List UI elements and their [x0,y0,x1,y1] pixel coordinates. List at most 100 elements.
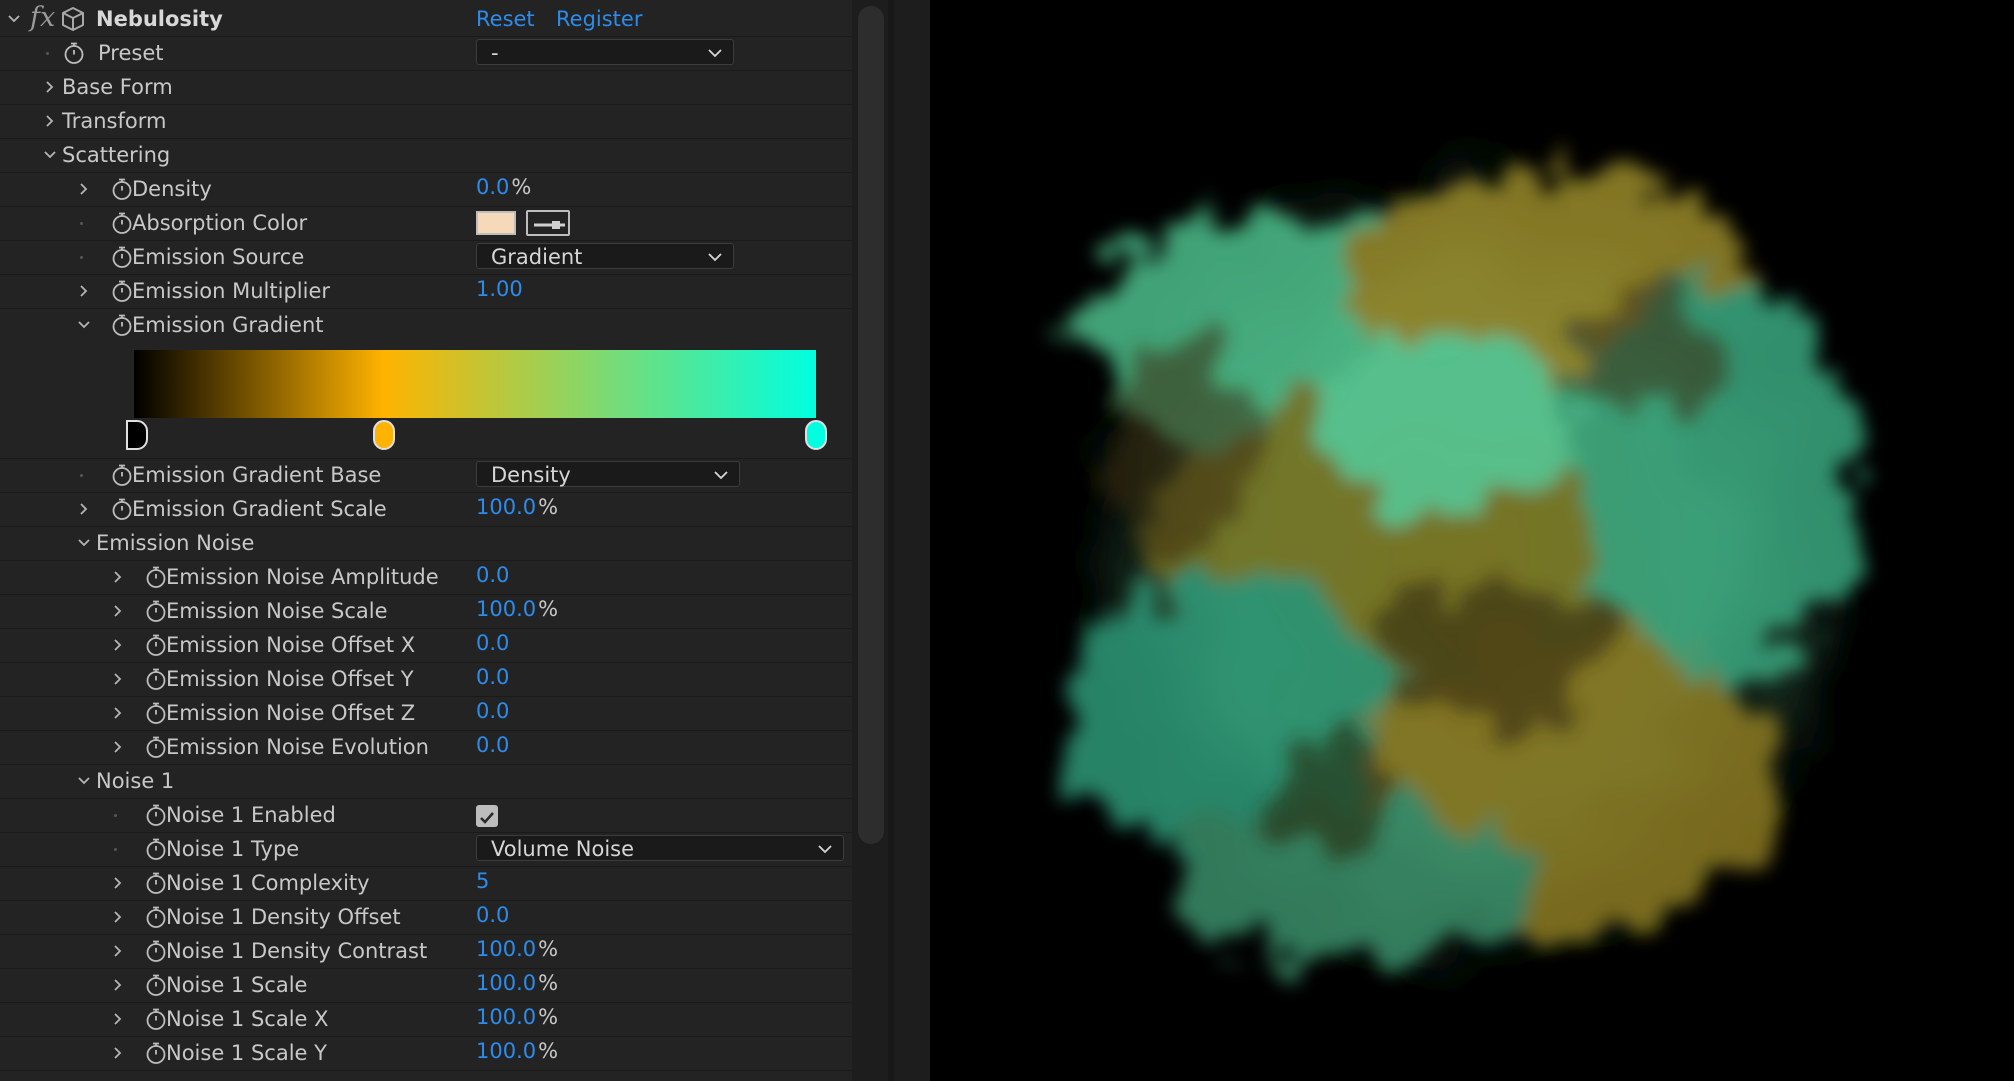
property-value[interactable]: 100.0% [476,1000,558,1034]
property-row-enoy[interactable]: Emission Noise Offset Y 0.0 [0,662,852,697]
twirl-chevron-right-icon[interactable] [108,594,128,628]
property-row-n1scaley[interactable]: Noise 1 Scale Y 100.0% [0,1036,852,1071]
gradient-stop-handle[interactable] [372,420,395,450]
property-row-n1complex[interactable]: Noise 1 Complexity 5 [0,866,852,901]
stopwatch-icon[interactable] [110,313,134,337]
stopwatch-icon[interactable] [62,41,86,65]
twirl-chevron-right-icon[interactable] [74,172,94,206]
gradient-stop-handle[interactable] [126,420,148,450]
twirl-chevron-right-icon[interactable] [108,968,128,1002]
stopwatch-icon[interactable] [110,279,134,303]
property-dropdown[interactable]: Volume Noise [476,835,844,861]
panel-scrollbar[interactable] [858,6,884,844]
property-value[interactable]: 1.00 [476,272,523,306]
property-value[interactable]: 0.0 [476,626,509,660]
property-row-density[interactable]: Density 0.0% [0,172,852,207]
eyedropper-icon[interactable] [526,210,570,236]
property-dropdown[interactable]: - [476,39,734,65]
property-dropdown[interactable]: Gradient [476,243,734,269]
gradient-stop-handle[interactable] [805,420,827,450]
reset-link[interactable]: Reset [476,2,535,36]
property-row-emgradscale[interactable]: Emission Gradient Scale 100.0% [0,492,852,527]
property-value[interactable]: 100.0% [476,490,558,524]
property-row-preset[interactable]: Preset - [0,36,852,71]
property-value[interactable]: 0.0 [476,558,509,592]
stopwatch-icon[interactable] [144,1041,168,1065]
property-value[interactable]: 0.0 [476,898,509,932]
property-row-baseform[interactable]: Base Form [0,70,852,105]
property-row-emnoise[interactable]: Emission Noise [0,526,852,561]
property-row-emmult[interactable]: Emission Multiplier 1.00 [0,274,852,309]
property-row-enoz[interactable]: Emission Noise Offset Z 0.0 [0,696,852,731]
property-value[interactable]: 100.0% [476,932,558,966]
property-row-n1dcon[interactable]: Noise 1 Density Contrast 100.0% [0,934,852,969]
property-row-n1type[interactable]: Noise 1 Type Volume Noise [0,832,852,867]
property-value[interactable]: 100.0% [476,1034,558,1068]
stopwatch-icon[interactable] [144,667,168,691]
property-value[interactable]: 100.0% [476,966,558,1000]
twirl-chevron-down-icon[interactable] [74,764,94,798]
twirl-chevron-right-icon[interactable] [74,492,94,526]
property-row-emsource[interactable]: Emission Source Gradient [0,240,852,275]
property-row-n1scale[interactable]: Noise 1 Scale 100.0% [0,968,852,1003]
property-value[interactable]: 5 [476,864,489,898]
twirl-chevron-right-icon[interactable] [108,662,128,696]
panel-divider[interactable] [888,0,894,1081]
property-row-n1scalex[interactable]: Noise 1 Scale X 100.0% [0,1002,852,1037]
twirl-chevron-right-icon[interactable] [108,628,128,662]
twirl-chevron-right-icon[interactable] [40,104,60,138]
twirl-chevron-down-icon[interactable] [74,526,94,560]
twirl-chevron-down-icon[interactable] [74,308,94,342]
property-row-enevo[interactable]: Emission Noise Evolution 0.0 [0,730,852,765]
property-value[interactable]: 0.0 [476,694,509,728]
twirl-chevron-right-icon[interactable] [74,274,94,308]
stopwatch-icon[interactable] [110,177,134,201]
register-link[interactable]: Register [556,2,642,36]
stopwatch-icon[interactable] [144,633,168,657]
stopwatch-icon[interactable] [144,701,168,725]
twirl-chevron-right-icon[interactable] [108,934,128,968]
property-value[interactable]: 100.0% [476,592,558,626]
composition-viewer[interactable] [930,0,2014,1081]
property-row-scattering[interactable]: Scattering [0,138,852,173]
stopwatch-icon[interactable] [144,803,168,827]
property-row-emgrad[interactable]: Emission Gradient [0,308,852,459]
property-dropdown[interactable]: Density [476,461,740,487]
twirl-chevron-right-icon[interactable] [108,696,128,730]
property-row-n1enabled[interactable]: Noise 1 Enabled [0,798,852,833]
property-row-enamp[interactable]: Emission Noise Amplitude 0.0 [0,560,852,595]
stopwatch-icon[interactable] [144,735,168,759]
gradient-bar[interactable] [134,350,816,418]
stopwatch-icon[interactable] [144,973,168,997]
property-row-enscale[interactable]: Emission Noise Scale 100.0% [0,594,852,629]
stopwatch-icon[interactable] [144,905,168,929]
emission-gradient-editor[interactable] [126,350,827,450]
stopwatch-icon[interactable] [110,211,134,235]
stopwatch-icon[interactable] [144,871,168,895]
stopwatch-icon[interactable] [144,599,168,623]
enabled-checkbox[interactable] [476,805,498,827]
property-value[interactable]: 0.0 [476,660,509,694]
property-row-n1doff[interactable]: Noise 1 Density Offset 0.0 [0,900,852,935]
property-row-enox[interactable]: Emission Noise Offset X 0.0 [0,628,852,663]
twirl-chevron-right-icon[interactable] [108,730,128,764]
effect-twirl-chevron-down-icon[interactable] [4,2,24,36]
twirl-chevron-right-icon[interactable] [108,900,128,934]
stopwatch-icon[interactable] [144,837,168,861]
color-swatch[interactable] [476,211,516,235]
property-row-noise1[interactable]: Noise 1 [0,764,852,799]
stopwatch-icon[interactable] [110,245,134,269]
twirl-chevron-right-icon[interactable] [108,866,128,900]
property-value[interactable]: 0.0% [476,170,531,204]
property-value[interactable]: 0.0 [476,728,509,762]
twirl-chevron-right-icon[interactable] [108,560,128,594]
twirl-chevron-right-icon[interactable] [108,1036,128,1070]
stopwatch-icon[interactable] [144,939,168,963]
twirl-chevron-down-icon[interactable] [40,138,60,172]
twirl-chevron-right-icon[interactable] [40,70,60,104]
twirl-chevron-right-icon[interactable] [108,1002,128,1036]
stopwatch-icon[interactable] [144,565,168,589]
stopwatch-icon[interactable] [110,497,134,521]
property-row-emgradbase[interactable]: Emission Gradient Base Density [0,458,852,493]
property-row-abscolor[interactable]: Absorption Color [0,206,852,241]
